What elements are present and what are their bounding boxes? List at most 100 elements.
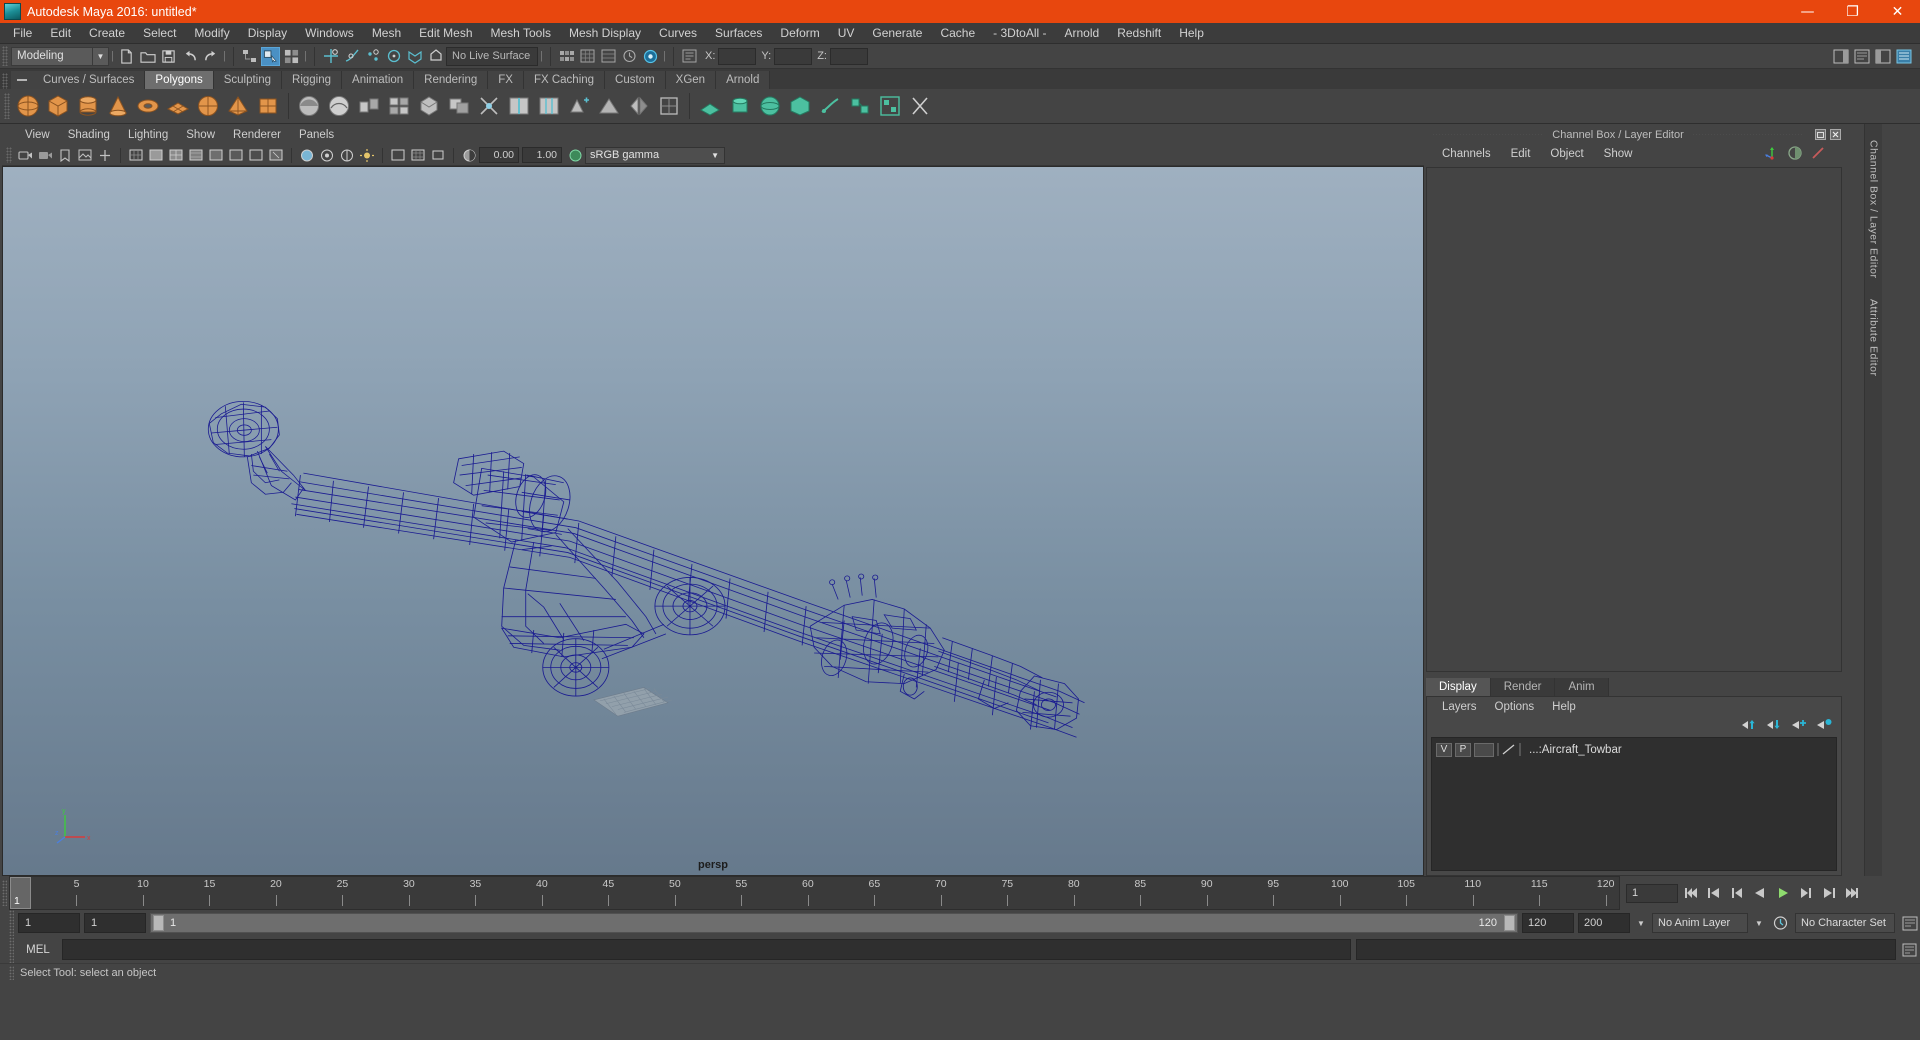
input-line-selector-icon[interactable] (557, 47, 576, 66)
shaded-mode-icon[interactable] (147, 146, 165, 164)
image-plane-icon[interactable] (76, 146, 94, 164)
poly-disc-icon[interactable] (194, 92, 222, 120)
new-layer-icon[interactable] (1791, 718, 1808, 734)
xray-joints-icon[interactable] (318, 146, 336, 164)
use-all-lights-icon[interactable] (207, 146, 225, 164)
shadows-icon[interactable] (227, 146, 245, 164)
step-back-key-icon[interactable] (1703, 883, 1724, 903)
menu-help[interactable]: Help (1170, 23, 1213, 44)
uv-spherical-mapping-icon[interactable] (756, 92, 784, 120)
menu-generate[interactable]: Generate (863, 23, 931, 44)
menu-surfaces[interactable]: Surfaces (706, 23, 771, 44)
script-editor-icon[interactable] (1898, 939, 1920, 960)
poly-cube-icon[interactable] (44, 92, 72, 120)
bookmark-icon[interactable] (56, 146, 74, 164)
range-end-handle[interactable] (1504, 915, 1515, 931)
menu-arnold[interactable]: Arnold (1056, 23, 1109, 44)
shelf-tab-xgen[interactable]: XGen (665, 71, 717, 89)
show-hide-attribute-editor-icon[interactable] (1852, 47, 1871, 66)
append-polygon-icon[interactable] (565, 92, 593, 120)
shelf-tab-fx[interactable]: FX (488, 71, 524, 89)
animation-start-time-field[interactable]: 1 (18, 913, 80, 933)
time-slider-gripper[interactable] (0, 876, 9, 910)
camera-attributes-icon[interactable] (36, 146, 54, 164)
gamma-value-field[interactable]: 1.00 (522, 147, 562, 163)
shelf-options-menu-icon[interactable] (11, 71, 33, 89)
play-backwards-icon[interactable] (1749, 883, 1770, 903)
exposure-value-field[interactable]: 0.00 (479, 147, 519, 163)
uv-layout-icon[interactable] (876, 92, 904, 120)
select-by-object-type-icon[interactable] (261, 46, 280, 66)
range-bar[interactable]: 1 120 (150, 913, 1518, 933)
move-layer-down-icon[interactable] (1766, 718, 1783, 734)
layer-tab-display[interactable]: Display (1426, 678, 1491, 696)
minimize-button[interactable]: — (1785, 0, 1830, 23)
poly-prism-icon[interactable] (254, 92, 282, 120)
layer-menu-options[interactable]: Options (1486, 697, 1544, 717)
undock-icon[interactable] (1814, 128, 1827, 141)
shelf-tab-rigging[interactable]: Rigging (282, 71, 343, 89)
layer-tab-anim[interactable]: Anim (1555, 678, 1609, 696)
step-back-frame-icon[interactable] (1726, 883, 1747, 903)
color-space-selector[interactable]: sRGB gamma ▼ (585, 146, 725, 164)
film-gate-icon[interactable] (429, 146, 447, 164)
shelf-tab-animation[interactable]: Animation (342, 71, 415, 89)
crease-tool-icon[interactable] (595, 92, 623, 120)
step-forward-frame-icon[interactable] (1795, 883, 1816, 903)
render-globals-icon[interactable] (641, 47, 660, 66)
shelf-row-gripper[interactable] (4, 93, 10, 119)
viewport-menu-show[interactable]: Show (177, 126, 224, 145)
close-icon[interactable] (1829, 128, 1842, 141)
isolate-select-icon[interactable] (389, 146, 407, 164)
playback-end-time-field[interactable]: 120 (1522, 913, 1574, 933)
close-button[interactable]: ✕ (1875, 0, 1920, 23)
auto-key-icon[interactable] (1770, 913, 1791, 933)
menu-3dtoall[interactable]: - 3DtoAll - (984, 23, 1055, 44)
viewport-3d-canvas[interactable]: y x z persp (2, 166, 1424, 876)
command-line-gripper[interactable] (9, 936, 14, 963)
help-line-gripper[interactable] (9, 966, 14, 980)
viewport-menu-view[interactable]: View (16, 126, 59, 145)
save-scene-icon[interactable] (159, 47, 178, 66)
poly-plane-icon[interactable] (164, 92, 192, 120)
layer-playback-toggle[interactable]: P (1455, 742, 1471, 757)
anim-layer-selector[interactable]: No Anim Layer (1652, 913, 1748, 933)
bridge-icon[interactable] (415, 92, 443, 120)
sculpt-geometry-icon[interactable] (295, 92, 323, 120)
layer-list[interactable]: V P ...:Aircraft_Towbar (1431, 737, 1837, 871)
menu-modify[interactable]: Modify (185, 23, 238, 44)
grid-toggle-icon[interactable] (409, 146, 427, 164)
insert-edge-loop-icon[interactable] (505, 92, 533, 120)
two-sided-lighting-icon[interactable] (96, 146, 114, 164)
smooth-icon[interactable] (325, 92, 353, 120)
redo-icon[interactable] (201, 47, 220, 66)
shelf-tab-custom[interactable]: Custom (605, 71, 666, 89)
menuset-selector[interactable]: Modeling (11, 46, 93, 66)
shelf-tab-curves-surfaces[interactable]: Curves / Surfaces (33, 71, 146, 89)
viewport-menu-renderer[interactable]: Renderer (224, 126, 290, 145)
shaded-wireframe-icon[interactable] (167, 146, 185, 164)
channel-box-menu-show[interactable]: Show (1594, 143, 1643, 165)
range-start-handle[interactable] (153, 915, 164, 931)
shelf-gripper[interactable] (2, 73, 8, 89)
new-layer-from-selected-icon[interactable] (1816, 718, 1833, 734)
shelf-tab-polygons[interactable]: Polygons (145, 71, 214, 89)
menu-edit-mesh[interactable]: Edit Mesh (410, 23, 481, 44)
show-hide-channel-box-icon[interactable] (1894, 47, 1913, 66)
layer-type-toggle[interactable] (1474, 742, 1494, 757)
range-chevron-down-icon[interactable]: ▼ (1634, 913, 1648, 933)
slash-icon[interactable] (1810, 145, 1826, 164)
multi-cut-icon[interactable] (475, 92, 503, 120)
menu-mesh-display[interactable]: Mesh Display (560, 23, 650, 44)
absolute-transform-icon[interactable] (599, 47, 618, 66)
menu-deform[interactable]: Deform (771, 23, 828, 44)
show-hide-modeling-toolkit-icon[interactable] (1831, 47, 1850, 66)
undo-icon[interactable] (180, 47, 199, 66)
shelf-tab-fx-caching[interactable]: FX Caching (523, 71, 606, 89)
current-time-indicator[interactable]: 1 (10, 877, 31, 909)
menu-create[interactable]: Create (80, 23, 134, 44)
viewport-toolbar-gripper[interactable] (6, 147, 12, 163)
menu-cache[interactable]: Cache (931, 23, 984, 44)
command-input[interactable] (62, 939, 1351, 960)
poly-cylinder-icon[interactable] (74, 92, 102, 120)
